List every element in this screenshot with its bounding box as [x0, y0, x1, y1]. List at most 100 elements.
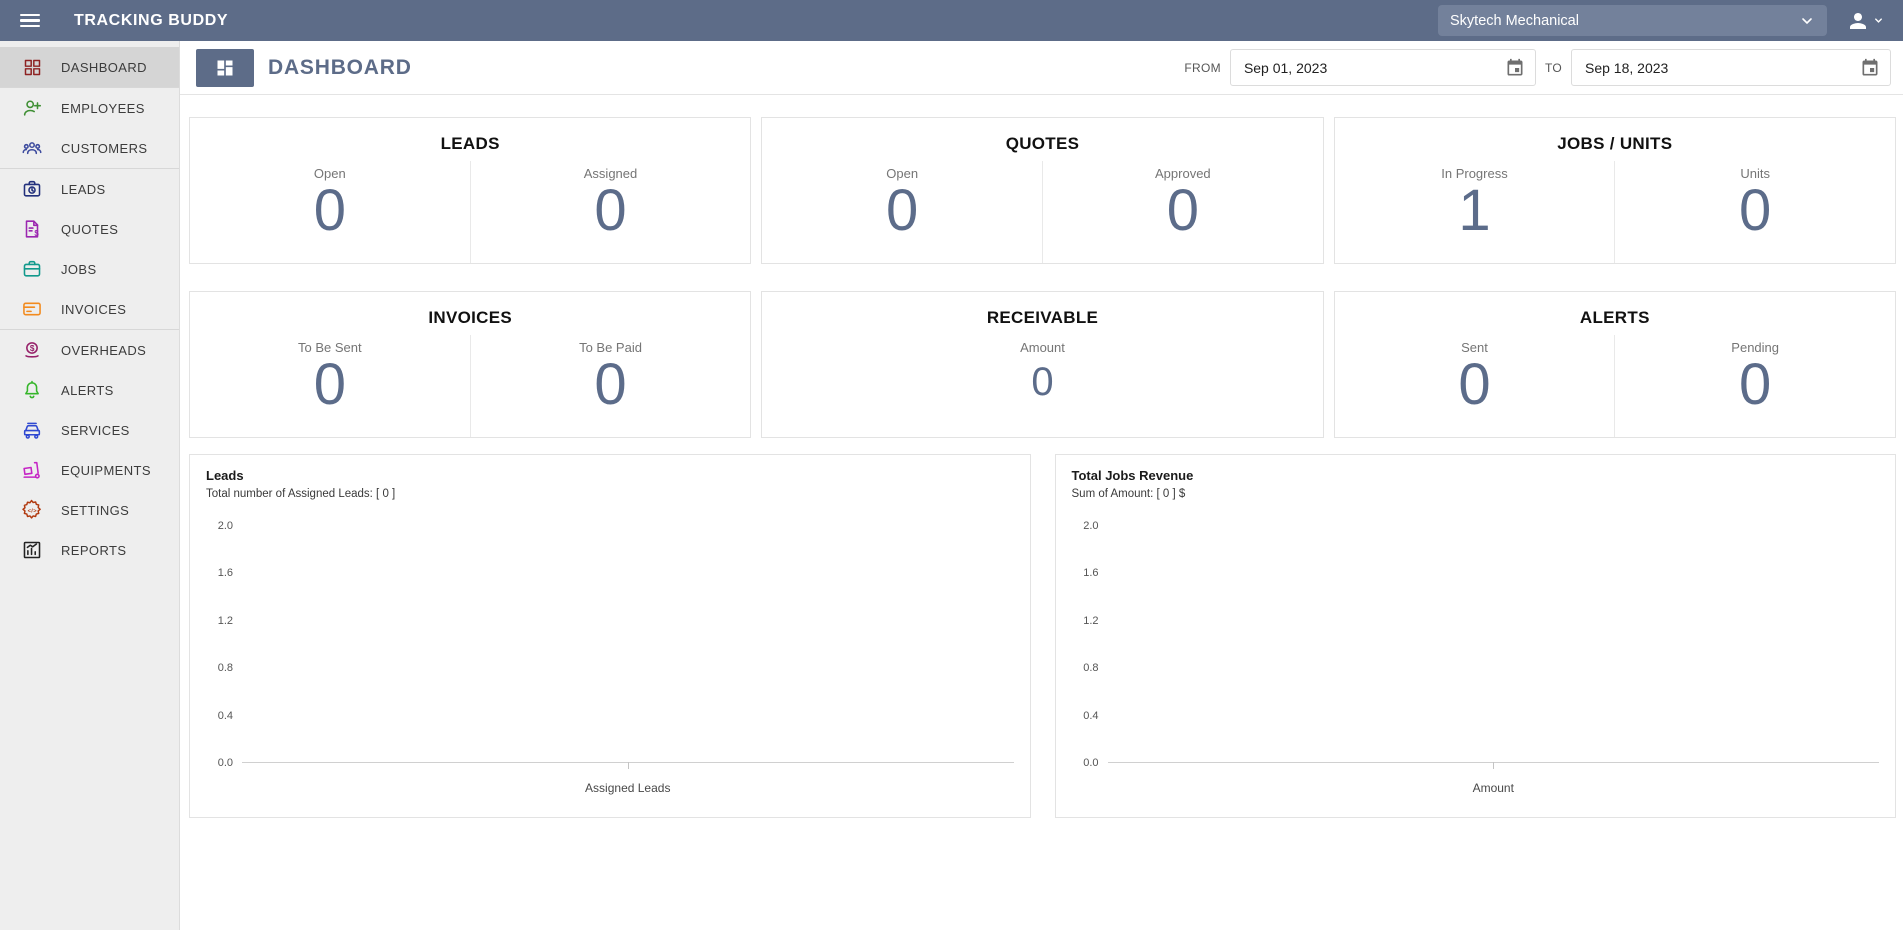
from-label: FROM [1184, 61, 1221, 75]
hamburger-menu-icon[interactable] [20, 14, 42, 27]
stat-card-leads: LEADSOpen0Assigned0 [189, 117, 751, 264]
x-axis-label-row: Assigned Leads [242, 781, 1014, 795]
sidebar-item-label: ALERTS [61, 383, 114, 398]
y-axis-ticks: 2.01.61.20.80.40.0 [206, 520, 242, 769]
stat-card-grid: LEADSOpen0Assigned0QUOTESOpen0Approved0J… [189, 117, 1896, 438]
sidebar-item-label: JOBS [61, 262, 97, 277]
company-selector[interactable]: Skytech Mechanical [1438, 5, 1827, 36]
to-date-input[interactable]: Sep 18, 2023 [1571, 49, 1891, 86]
sidebar-item-alerts[interactable]: ALERTS [0, 370, 179, 410]
calendar-icon[interactable] [1860, 58, 1880, 78]
lead-bag-clock-icon [20, 177, 44, 201]
to-date-value: Sep 18, 2023 [1585, 60, 1668, 76]
stat-card-jobs-units: JOBS / UNITS In Progress1Units0 [1334, 117, 1896, 264]
main-area: DASHBOARD FROM Sep 01, 2023 TO Sep 18, 2… [180, 41, 1903, 930]
stat-card-title: JOBS / UNITS [1335, 134, 1895, 154]
y-tick-label: 0.4 [1083, 710, 1098, 722]
stat-columns: Amount 0 [762, 335, 1322, 437]
chart-card-total-jobs-revenue: Total Jobs RevenueSum of Amount: [ 0 ] $… [1055, 454, 1897, 818]
company-selector-value: Skytech Mechanical [1450, 13, 1579, 29]
stat-value: 0 [1739, 182, 1771, 240]
user-menu[interactable] [1827, 9, 1903, 33]
stat-column: Approved0 [1042, 161, 1323, 263]
stat-column: To Be Paid0 [470, 335, 751, 437]
stat-columns: Sent0Pending0 [1335, 335, 1895, 437]
charts-row: Leads Total number of Assigned Leads: [ 0… [189, 454, 1896, 818]
sidebar-item-label: SETTINGS [61, 503, 129, 518]
y-axis-ticks: 2.01.61.20.80.40.0 [1072, 520, 1108, 769]
from-date-input[interactable]: Sep 01, 2023 [1230, 49, 1536, 86]
page-header: DASHBOARD FROM Sep 01, 2023 TO Sep 18, 2… [180, 41, 1903, 95]
stat-card-title: INVOICES [190, 308, 750, 328]
stat-card-quotes: QUOTES Open0Approved0 [761, 117, 1323, 264]
chart-subtitle: Total number of Assigned Leads: [ 0 ] [206, 488, 1014, 500]
equipments-trolley-icon [20, 458, 44, 482]
stat-column: To Be Sent0 [190, 335, 470, 437]
y-tick-label: 1.6 [218, 567, 233, 579]
y-tick-label: 0.0 [218, 757, 233, 769]
date-range-filter: FROM Sep 01, 2023 TO Sep 18, 2023 [1184, 49, 1903, 86]
stat-value: 0 [1031, 362, 1053, 402]
sidebar-item-leads[interactable]: LEADS [0, 169, 179, 209]
sidebar-item-label: SERVICES [61, 423, 130, 438]
stat-card-title: LEADS [190, 134, 750, 154]
sidebar-item-invoices[interactable]: INVOICES [0, 289, 179, 329]
y-tick-label: 0.4 [218, 710, 233, 722]
sidebar-item-employees[interactable]: EMPLOYEES [0, 88, 179, 128]
svg-text:</>: </> [28, 508, 38, 514]
quote-document-dollar-icon: $ [20, 217, 44, 241]
app-title: TRACKING BUDDY [74, 12, 228, 30]
stat-value: 0 [1739, 356, 1771, 414]
from-date-value: Sep 01, 2023 [1244, 60, 1327, 76]
stat-label: Amount [1020, 340, 1065, 355]
reports-chart-icon [20, 538, 44, 562]
sidebar: DASHBOARD EMPLOYEES CUSTOMERS LEADS $QUOTES J… [0, 41, 180, 930]
stat-column: Sent0 [1335, 335, 1615, 437]
stat-card-title: QUOTES [762, 134, 1322, 154]
sidebar-item-label: CUSTOMERS [61, 141, 147, 156]
plot-area [242, 525, 1014, 763]
y-tick-label: 1.2 [218, 615, 233, 627]
svg-text:$: $ [30, 344, 35, 353]
sidebar-item-jobs[interactable]: JOBS [0, 249, 179, 289]
plot-area [1108, 525, 1880, 763]
sidebar-item-label: DASHBOARD [61, 60, 147, 75]
sidebar-item-equipments[interactable]: EQUIPMENTS [0, 450, 179, 490]
sidebar-item-label: EMPLOYEES [61, 101, 145, 116]
sidebar-item-reports[interactable]: REPORTS [0, 530, 179, 570]
stat-value: 0 [1458, 356, 1490, 414]
stat-columns: To Be Sent0To Be Paid0 [190, 335, 750, 437]
sidebar-item-customers[interactable]: CUSTOMERS [0, 128, 179, 168]
dashboard-header-icon [196, 49, 254, 87]
stat-column: Open0 [762, 161, 1042, 263]
chart-card-leads: Leads Total number of Assigned Leads: [ 0… [189, 454, 1031, 818]
chevron-down-icon [1873, 15, 1884, 26]
stat-column: Amount 0 [762, 335, 1322, 437]
sidebar-item-quotes[interactable]: $QUOTES [0, 209, 179, 249]
stat-column: In Progress1 [1335, 161, 1615, 263]
sidebar-item-label: LEADS [61, 182, 106, 197]
invoice-card-icon [20, 297, 44, 321]
sidebar-item-settings[interactable]: </> SETTINGS [0, 490, 179, 530]
x-axis-label: Amount [1473, 781, 1514, 795]
sidebar-item-overheads[interactable]: $OVERHEADS [0, 330, 179, 370]
chart-title: Leads [206, 468, 1014, 483]
stat-card-receivable: RECEIVABLEAmount0 [761, 291, 1323, 438]
employee-add-icon [20, 96, 44, 120]
stat-columns: In Progress1Units0 [1335, 161, 1895, 263]
y-tick-label: 1.2 [1083, 615, 1098, 627]
stat-column: Pending0 [1614, 335, 1895, 437]
plot: 2.01.61.20.80.40.0 [206, 525, 1014, 769]
stat-column: Units0 [1614, 161, 1895, 263]
sidebar-item-dashboard[interactable]: DASHBOARD [0, 47, 179, 87]
stat-card-title: ALERTS [1335, 308, 1895, 328]
overheads-coin-icon: $ [20, 338, 44, 362]
sidebar-item-services[interactable]: SERVICES [0, 410, 179, 450]
sidebar-item-label: EQUIPMENTS [61, 463, 151, 478]
y-tick-label: 2.0 [218, 520, 233, 532]
x-axis-label: Assigned Leads [585, 781, 670, 795]
page-title: DASHBOARD [268, 56, 412, 80]
calendar-icon[interactable] [1505, 58, 1525, 78]
chart-subtitle: Sum of Amount: [ 0 ] $ [1072, 488, 1880, 500]
y-tick-label: 0.0 [1083, 757, 1098, 769]
